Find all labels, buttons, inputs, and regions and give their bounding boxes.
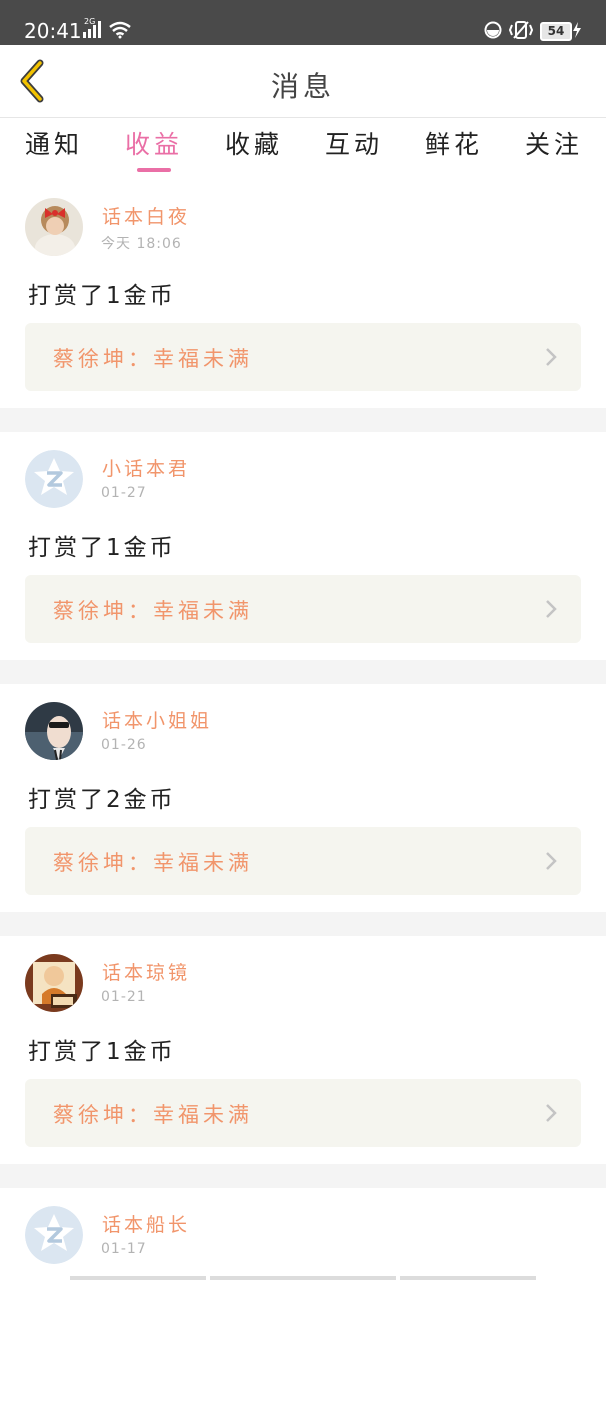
- message-content: 打赏了1金币: [28, 535, 176, 561]
- message-card: 话本琼镜 01-21 打赏了1金币 蔡徐坤：幸福未满: [0, 936, 606, 1164]
- message-content: 打赏了1金币: [28, 283, 176, 309]
- reference-text: 蔡徐坤：幸福未满: [53, 599, 253, 623]
- username[interactable]: 话本白夜: [102, 202, 190, 229]
- tab-following[interactable]: 关注: [514, 128, 594, 162]
- message-time: 01-17: [101, 1241, 147, 1257]
- chevron-right-icon: [546, 348, 557, 366]
- username[interactable]: 话本琼镜: [102, 958, 190, 985]
- tab-interactions[interactable]: 互动: [314, 128, 394, 162]
- card-divider: [0, 912, 606, 936]
- reference-link[interactable]: 蔡徐坤：幸福未满: [25, 575, 581, 643]
- username[interactable]: 话本小姐姐: [102, 706, 212, 733]
- message-content: 打赏了2金币: [28, 787, 176, 813]
- reference-text: 蔡徐坤：幸福未满: [53, 347, 253, 371]
- card-divider: [0, 408, 606, 432]
- tab-favorites[interactable]: 收藏: [214, 128, 294, 162]
- do-not-disturb-icon: [484, 21, 502, 39]
- message-card: 话本船长 01-17: [0, 1188, 606, 1416]
- default-avatar-icon[interactable]: [25, 450, 83, 508]
- active-tab-indicator: [137, 168, 171, 172]
- page-title: 消息: [270, 70, 335, 103]
- message-time: 01-26: [101, 737, 147, 753]
- chevron-right-icon: [546, 852, 557, 870]
- chevron-right-icon: [546, 600, 557, 618]
- bottom-indicator: [210, 1276, 396, 1280]
- bottom-indicator: [400, 1276, 536, 1280]
- tab-notifications[interactable]: 通知: [14, 128, 94, 162]
- bottom-indicator: [70, 1276, 206, 1280]
- message-card: 话本白夜 今天 18:06 打赏了1金币 蔡徐坤：幸福未满: [0, 180, 606, 408]
- chevron-right-icon: [546, 1104, 557, 1122]
- tab-earnings[interactable]: 收益: [114, 128, 194, 162]
- message-time: 01-21: [101, 989, 147, 1005]
- status-bar: 20:41 2G 54: [0, 0, 606, 45]
- default-avatar-icon[interactable]: [25, 1206, 83, 1264]
- tab-flowers[interactable]: 鲜花: [414, 128, 494, 162]
- status-time: 20:41: [24, 19, 82, 43]
- reference-link[interactable]: 蔡徐坤：幸福未满: [25, 1079, 581, 1147]
- reference-link[interactable]: 蔡徐坤：幸福未满: [25, 323, 581, 391]
- message-content: 打赏了1金币: [28, 1039, 176, 1065]
- message-card: 小话本君 01-27 打赏了1金币 蔡徐坤：幸福未满: [0, 432, 606, 660]
- app-header: 消息: [0, 45, 606, 118]
- card-divider: [0, 660, 606, 684]
- username[interactable]: 话本船长: [102, 1210, 190, 1237]
- user-avatar[interactable]: [25, 954, 83, 1012]
- tab-bar: 通知 收益 收藏 互动 鲜花 关注: [0, 118, 606, 180]
- battery-icon: 54: [540, 22, 572, 41]
- reference-text: 蔡徐坤：幸福未满: [53, 851, 253, 875]
- vibrate-icon: [508, 21, 534, 39]
- reference-link[interactable]: 蔡徐坤：幸福未满: [25, 827, 581, 895]
- user-avatar[interactable]: [25, 198, 83, 256]
- user-avatar[interactable]: [25, 702, 83, 760]
- signal-icon: [83, 21, 101, 38]
- card-divider: [0, 1164, 606, 1188]
- charging-icon: [573, 22, 581, 38]
- username[interactable]: 小话本君: [102, 454, 190, 481]
- message-card: 话本小姐姐 01-26 打赏了2金币 蔡徐坤：幸福未满: [0, 684, 606, 912]
- message-time: 今天 18:06: [101, 236, 182, 252]
- wifi-icon: [109, 21, 131, 39]
- reference-text: 蔡徐坤：幸福未满: [53, 1103, 253, 1127]
- message-list: 话本白夜 今天 18:06 打赏了1金币 蔡徐坤：幸福未满 小话本君 01-27…: [0, 180, 606, 1416]
- message-time: 01-27: [101, 485, 147, 501]
